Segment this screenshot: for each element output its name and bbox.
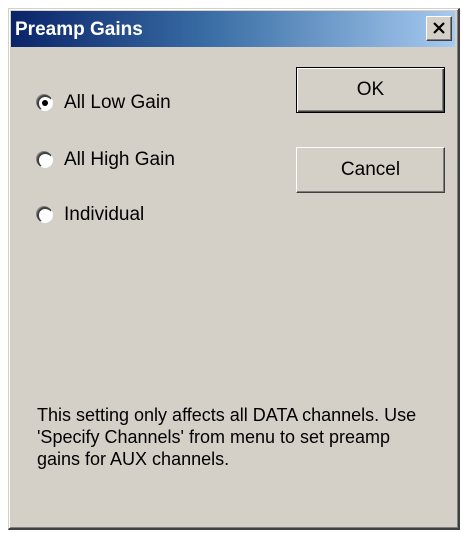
close-button[interactable] [426,16,452,41]
close-icon [433,22,445,34]
radio-button-icon[interactable] [37,207,53,223]
radio-selected-dot [42,100,48,106]
preamp-gains-dialog: Preamp Gains All Low Gain All High Gain … [8,8,460,530]
radio-label[interactable]: All High Gain [64,149,175,171]
radio-label[interactable]: Individual [64,204,144,226]
title-bar[interactable]: Preamp Gains [11,11,455,47]
radio-individual[interactable]: Individual [37,202,144,228]
window-title: Preamp Gains [15,19,143,40]
help-text: This setting only affects all DATA chann… [37,405,417,469]
radio-button-icon[interactable] [37,152,53,168]
radio-button-icon[interactable] [37,95,53,111]
cancel-button[interactable]: Cancel [296,147,445,193]
radio-all-high-gain[interactable]: All High Gain [37,147,175,173]
radio-label[interactable]: All Low Gain [64,92,171,114]
ok-button[interactable]: OK [296,67,445,113]
radio-all-low-gain[interactable]: All Low Gain [37,90,171,116]
